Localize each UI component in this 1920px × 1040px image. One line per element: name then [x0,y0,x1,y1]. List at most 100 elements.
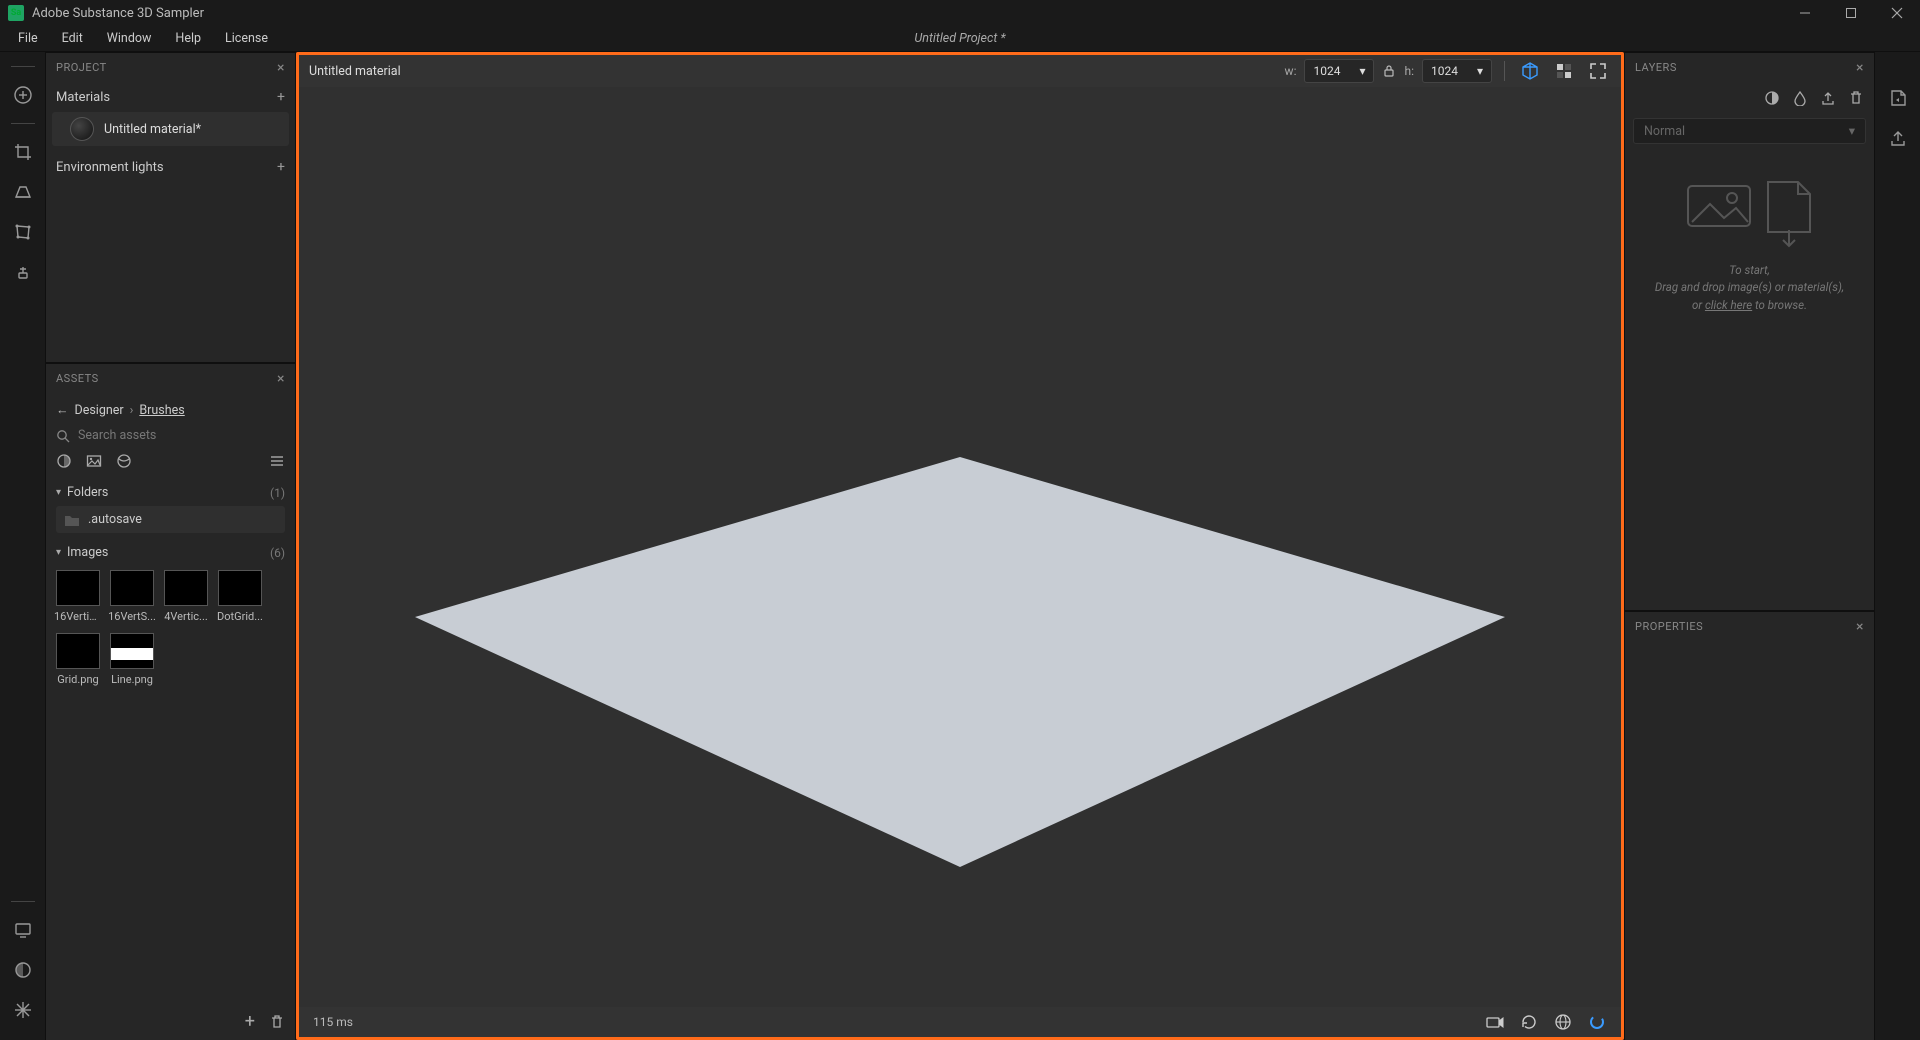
close-button[interactable] [1874,0,1920,26]
materials-section[interactable]: Materials + [46,82,295,112]
view-3d-icon[interactable] [1517,58,1543,84]
asset-thumb[interactable]: Line.png [110,633,154,686]
menu-edit[interactable]: Edit [50,27,95,50]
assets-search[interactable]: Search assets [56,424,285,447]
thumb-preview [56,570,100,606]
folders-label: Folders [67,485,108,500]
refresh-icon[interactable] [1519,1012,1539,1032]
breadcrumb-root[interactable]: Designer [75,403,124,418]
thumb-preview [110,633,154,669]
thumb-preview [110,570,154,606]
folder-icon [64,513,80,527]
assets-thumbnails: 16Vertic... 16VertS... 4Vertic... DotGri… [56,566,285,688]
filter-env-icon[interactable] [116,453,132,469]
height-label: h: [1404,64,1414,78]
layer-delete-icon[interactable] [1848,90,1864,106]
layer-export-icon[interactable] [1820,90,1836,106]
breadcrumb-leaf[interactable]: Brushes [139,403,184,418]
properties-panel-header: PROPERTIES × [1625,611,1874,641]
viewport-canvas[interactable] [299,87,1621,1007]
viewport-material-name: Untitled material [309,64,401,79]
maximize-button[interactable] [1828,0,1874,26]
clone-tool-icon[interactable] [5,254,41,290]
viewport-top-bar: Untitled material w: 1024▾ h: 1024▾ [299,55,1621,87]
plane-mesh [299,87,1621,1007]
warp-tool-icon[interactable] [5,214,41,250]
width-label: w: [1285,64,1297,78]
minimize-button[interactable] [1782,0,1828,26]
globe-moon-icon[interactable] [5,952,41,988]
layers-panel-title: LAYERS [1635,61,1677,74]
width-select[interactable]: 1024▾ [1304,59,1374,83]
properties-panel-close-icon[interactable]: × [1856,619,1864,635]
perspective-tool-icon[interactable] [5,174,41,210]
chevron-down-icon: ▾ [1849,123,1855,139]
height-value: 1024 [1431,64,1458,78]
breadcrumb-back-icon[interactable]: ← [56,403,69,418]
filter-materials-icon[interactable] [56,453,72,469]
material-item[interactable]: Untitled material* [52,112,289,146]
drop-text: To start, Drag and drop image(s) or mate… [1655,262,1844,314]
drop-click-here-link[interactable]: click here [1705,298,1752,312]
menu-license[interactable]: License [213,27,280,50]
menu-window[interactable]: Window [95,27,164,50]
folder-item[interactable]: .autosave [56,506,285,533]
images-group[interactable]: ▾ Images (6) [56,539,285,566]
app-title: Adobe Substance 3D Sampler [32,6,204,21]
thumb-caption: 4Vertic... [162,610,210,623]
project-title: Untitled Project * [914,31,1005,46]
render-time: 115 ms [313,1015,353,1029]
project-panel-close-icon[interactable]: × [277,60,285,76]
lock-icon[interactable] [1382,64,1396,78]
assets-add-icon[interactable]: + [245,1011,255,1032]
add-tool-icon[interactable] [5,77,41,113]
layers-drop-zone[interactable]: To start, Drag and drop image(s) or mate… [1625,148,1874,334]
height-select[interactable]: 1024 ▾ [1422,59,1492,83]
width-value: 1024 [1313,64,1340,78]
add-environment-icon[interactable]: + [277,159,285,175]
share-icon[interactable] [1880,120,1916,156]
blend-mode-select[interactable]: Normal ▾ [1633,118,1866,144]
layer-contrast-icon[interactable] [1764,90,1780,106]
filter-images-icon[interactable] [86,453,102,469]
filter-list-icon[interactable] [269,453,285,469]
environment-section[interactable]: Environment lights + [46,152,295,182]
assets-panel-title: ASSETS [56,372,99,385]
add-material-icon[interactable]: + [277,89,285,105]
asset-thumb[interactable]: DotGrid... [218,570,262,623]
layers-panel-close-icon[interactable]: × [1856,60,1864,76]
asset-thumb[interactable]: 16VertS... [110,570,154,623]
assets-breadcrumb: ← Designer › Brushes [56,397,285,424]
asset-thumb[interactable]: 16Vertic... [56,570,100,623]
layers-panel-header: LAYERS × [1625,52,1874,82]
snowflake-icon[interactable] [5,992,41,1028]
menu-file[interactable]: File [6,27,50,50]
assets-panel: ASSETS × ← Designer › Brushes Search ass… [46,362,295,1040]
app-logo: Sa [8,5,24,21]
images-label: Images [67,545,108,560]
drop-line1: To start, [1655,262,1844,279]
assets-panel-close-icon[interactable]: × [277,371,285,387]
menu-help[interactable]: Help [163,27,213,50]
layer-drop-icon[interactable] [1792,90,1808,106]
folders-group[interactable]: ▾ Folders (1) [56,479,285,506]
monitor-icon[interactable] [5,912,41,948]
import-icon[interactable] [1880,80,1916,116]
globe-grid-icon[interactable] [1553,1012,1573,1032]
layers-tools [1625,82,1874,114]
assets-filters [56,447,285,479]
left-column: PROJECT × Materials + Untitled material*… [46,52,296,1040]
view-2d-icon[interactable] [1551,58,1577,84]
asset-thumb[interactable]: Grid.png [56,633,100,686]
camera-icon[interactable] [1485,1012,1505,1032]
crop-tool-icon[interactable] [5,134,41,170]
asset-thumb[interactable]: 4Vertic... [164,570,208,623]
environment-label: Environment lights [56,160,164,175]
drop-line2: Drag and drop image(s) or material(s), [1655,279,1844,296]
assets-delete-icon[interactable] [269,1014,285,1030]
fullscreen-icon[interactable] [1585,58,1611,84]
title-bar: Sa Adobe Substance 3D Sampler [0,0,1920,26]
chevron-down-icon: ▾ [1477,64,1483,78]
folder-item-label: .autosave [88,512,142,527]
loading-spinner-icon[interactable] [1587,1012,1607,1032]
